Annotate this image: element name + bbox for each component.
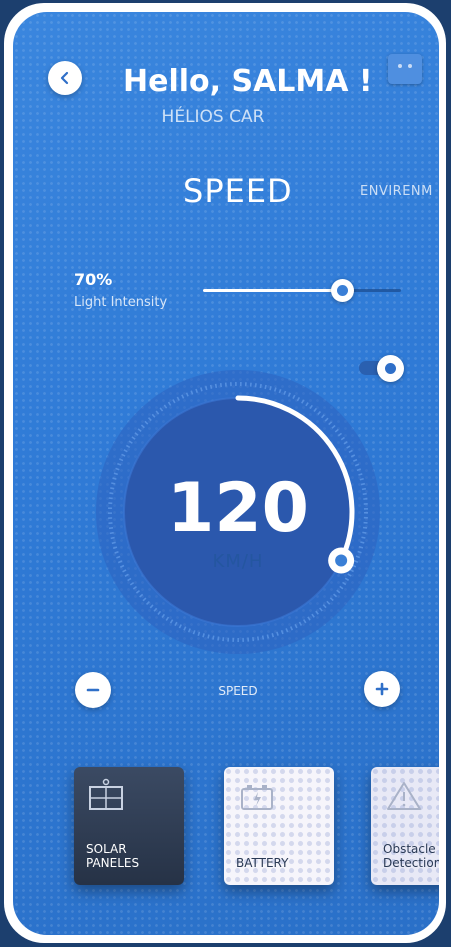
speed-value: 120 bbox=[167, 469, 309, 548]
greeting-title: Hello, SALMA ! bbox=[123, 64, 373, 99]
speed-unit: KM/H bbox=[212, 551, 264, 572]
card-label-line2: PANELES bbox=[86, 856, 140, 871]
card-label: Obstacle Detection bbox=[383, 843, 439, 871]
light-intensity-value: 70% bbox=[74, 270, 113, 289]
speed-caption: SPEED bbox=[218, 684, 258, 698]
chevron-left-icon bbox=[60, 71, 69, 85]
card-label-line2: Detection bbox=[383, 856, 439, 871]
minus-icon bbox=[86, 688, 100, 692]
tab-speed[interactable]: SPEED bbox=[183, 172, 293, 210]
car-name: HÉLIOS CAR bbox=[161, 107, 265, 127]
battery-icon bbox=[241, 785, 273, 810]
card-label: BATTERY bbox=[236, 856, 289, 871]
phone-frame: Hello, SALMA ! HÉLIOS CAR SPEED ENVIRENM… bbox=[4, 3, 446, 943]
tab-environment[interactable]: ENVIRENM bbox=[360, 184, 433, 199]
increase-speed-button[interactable] bbox=[364, 671, 400, 707]
app-screen: Hello, SALMA ! HÉLIOS CAR SPEED ENVIRENM… bbox=[13, 12, 439, 935]
card-label-line1: SOLAR bbox=[86, 842, 127, 857]
battery-card[interactable]: BATTERY bbox=[224, 767, 334, 885]
obstacle-detection-card[interactable]: Obstacle Detection bbox=[371, 767, 439, 885]
solar-panels-card[interactable]: SOLAR PANELES bbox=[74, 767, 184, 885]
warning-icon bbox=[387, 782, 421, 810]
card-label-line1: Obstacle bbox=[383, 842, 436, 857]
avatar[interactable] bbox=[388, 54, 422, 84]
solar-panel-icon bbox=[89, 778, 123, 810]
slider-fill bbox=[203, 289, 342, 292]
speedometer-gauge: 120 KM/H bbox=[93, 367, 383, 657]
slider-thumb[interactable] bbox=[330, 279, 354, 302]
plus-icon bbox=[375, 682, 389, 696]
light-intensity-slider[interactable] bbox=[203, 279, 401, 302]
decrease-speed-button[interactable] bbox=[75, 672, 111, 708]
light-intensity-label: Light Intensity bbox=[74, 295, 168, 310]
card-label: SOLAR PANELES bbox=[86, 843, 139, 871]
back-button[interactable] bbox=[48, 61, 82, 95]
card-label-line1: BATTERY bbox=[236, 856, 289, 871]
